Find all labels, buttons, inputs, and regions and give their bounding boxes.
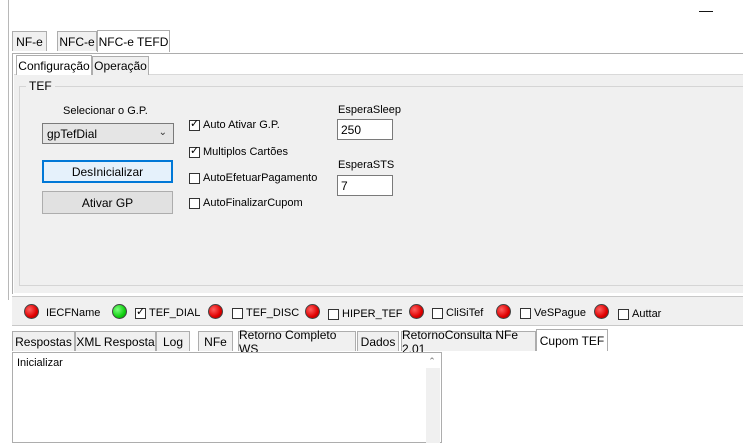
auto-efetuar-pagamento-checkbox[interactable]: AutoEfetuarPagamento (189, 170, 317, 186)
checkbox-box: ✓ (135, 305, 146, 319)
espera-sleep-label: EsperaSleep (338, 104, 401, 116)
checkbox-box (189, 172, 200, 184)
select-gp-dropdown[interactable]: gpTefDial ⌄ (42, 123, 174, 144)
ativar-gp-button[interactable]: Ativar GP (42, 191, 173, 214)
memo-scrollbar[interactable] (426, 368, 440, 443)
tab-nfe-bottom[interactable]: NFe (198, 331, 233, 351)
tab-respostas[interactable]: Respostas (12, 331, 75, 351)
checkbox-label: HIPER_TEF (342, 308, 403, 320)
checkbox-label: Auto Ativar G.P. (203, 119, 280, 131)
tab-retorno-consulta-nfe[interactable]: RetornoConsulta NFe 2.01 (401, 328, 536, 356)
checkbox-label: VeSPague (534, 307, 586, 319)
checkbox-label: Multiplos Cartões (203, 146, 288, 158)
check-icon: ✓ (190, 117, 200, 130)
iecfname-label: IECFName (46, 307, 101, 319)
left-splitter (0, 0, 9, 300)
vespague-led-icon (496, 304, 511, 319)
checkbox-box (520, 307, 531, 319)
tab-dados[interactable]: Dados (357, 331, 399, 351)
checkbox-box (189, 197, 200, 209)
hiper-tef-checkbox[interactable]: HIPER_TEF (328, 306, 403, 322)
tab-cupom-tef[interactable]: Cupom TEF (536, 329, 608, 351)
tef-dial-checkbox[interactable]: ✓ TEF_DIAL (135, 305, 200, 321)
checkbox-box: ✓ (189, 117, 200, 131)
tef-disc-led-icon (208, 304, 223, 319)
minimize-button[interactable]: — (699, 2, 713, 18)
auttar-led-icon (594, 304, 609, 319)
multiplos-cartoes-checkbox[interactable]: ✓ Multiplos Cartões (189, 144, 288, 160)
tab-nfce-tefd[interactable]: NFC-e TEFD (97, 30, 170, 52)
espera-sts-input[interactable]: 7 (337, 175, 393, 196)
clisitef-led-icon (409, 304, 424, 319)
cupom-tef-memo[interactable]: Inicializar (12, 352, 442, 443)
memo-text: Inicializar (17, 357, 63, 369)
checkbox-box (328, 308, 339, 320)
checkbox-box (232, 307, 243, 319)
checkbox-label: AutoFinalizarCupom (203, 197, 303, 209)
checkbox-label: Auttar (632, 308, 662, 320)
auto-finalizar-cupom-checkbox[interactable]: AutoFinalizarCupom (189, 195, 303, 211)
chevron-down-icon: ⌄ (158, 127, 167, 138)
select-gp-label: Selecionar o G.P. (63, 105, 148, 117)
desinicializar-button[interactable]: DesInicializar (42, 160, 173, 183)
check-icon: ✓ (136, 305, 146, 318)
checkbox-label: AutoEfetuarPagamento (203, 172, 318, 184)
checkbox-label: TEF_DIAL (149, 307, 201, 319)
checkbox-box (618, 308, 629, 320)
tab-nfce[interactable]: NFC-e (57, 31, 97, 51)
scroll-up-icon[interactable]: ⌃ (426, 356, 438, 368)
bottom-tabs: Respostas XML Resposta Log NFe Retorno C… (12, 328, 743, 356)
tef-disc-checkbox[interactable]: TEF_DISC (232, 305, 299, 321)
tab-nfe[interactable]: NF-e (12, 31, 47, 51)
checkbox-box (432, 307, 443, 319)
checkbox-label: TEF_DISC (246, 307, 300, 319)
tab-xml-resposta[interactable]: XML Resposta (75, 331, 156, 351)
tab-retorno-completo-ws[interactable]: Retorno Completo WS (238, 328, 356, 356)
select-gp-value: gpTefDial (47, 126, 98, 141)
tef-dial-led-icon (112, 304, 127, 319)
tab-operacao[interactable]: Operação (92, 56, 149, 75)
espera-sleep-input[interactable]: 250 (337, 119, 393, 140)
tef-group-title: TEF (26, 79, 55, 93)
auto-ativar-gp-checkbox[interactable]: ✓ Auto Ativar G.P. (189, 117, 280, 133)
clisitef-checkbox[interactable]: CliSiTef (432, 305, 483, 321)
tab-configuracao[interactable]: Configuração (16, 55, 92, 75)
checkbox-box: ✓ (189, 144, 200, 158)
vespague-checkbox[interactable]: VeSPague (520, 305, 586, 321)
checkbox-label: CliSiTef (446, 307, 484, 319)
tab-log[interactable]: Log (156, 331, 190, 351)
auttar-checkbox[interactable]: Auttar (618, 306, 661, 322)
check-icon: ✓ (190, 144, 200, 157)
iecfname-led-icon (24, 304, 39, 319)
hiper-tef-led-icon (305, 304, 320, 319)
espera-sts-label: EsperaSTS (338, 159, 395, 171)
